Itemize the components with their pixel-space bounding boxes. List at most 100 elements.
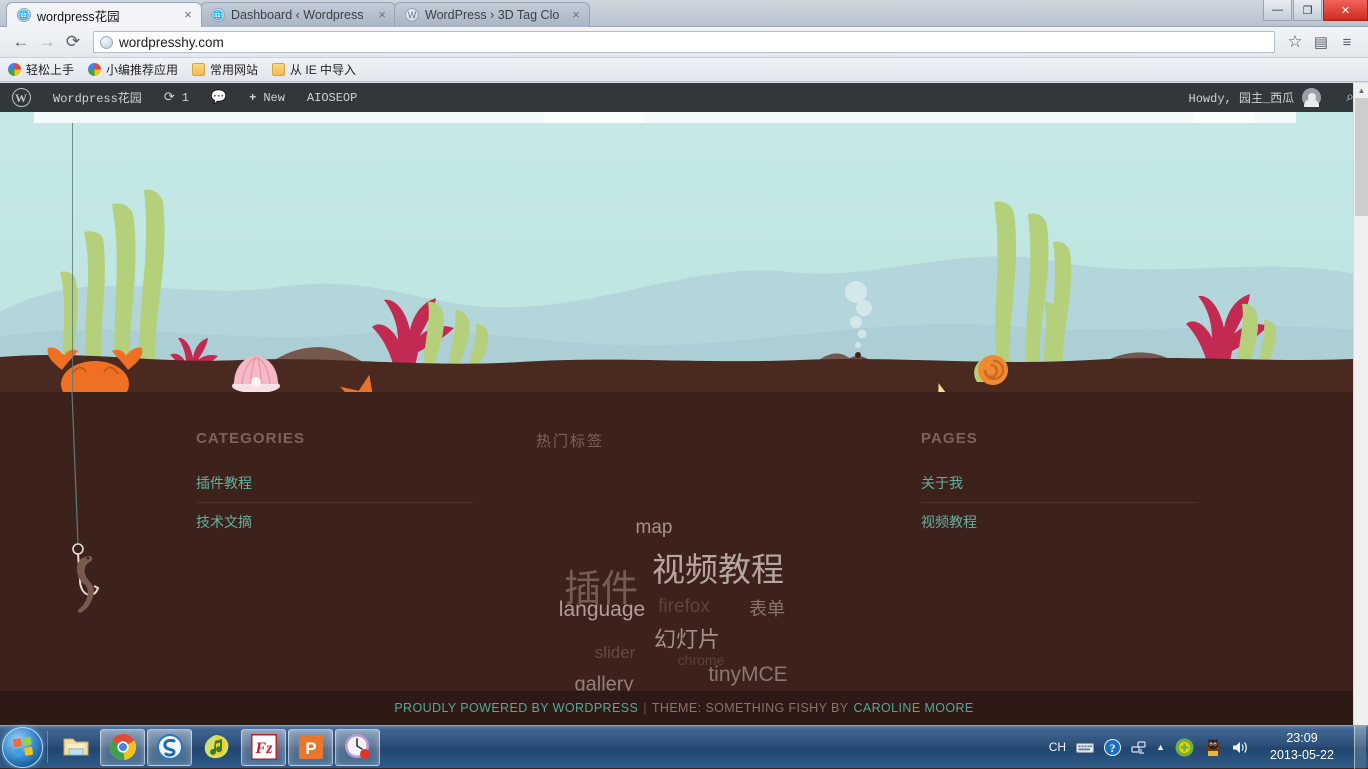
bookmark-item-0[interactable]: 轻松上手 [8,61,74,78]
filezilla-icon: Fz [249,733,278,762]
scrollbar-thumb[interactable] [1355,98,1368,216]
avatar [1302,88,1321,107]
forward-icon[interactable]: → [34,29,60,55]
taskbar-clock[interactable]: 23:09 2013-05-22 [1254,730,1350,765]
page-link[interactable]: 视频教程 [921,503,1198,541]
browser-navbar: ← → ⟳ wordpresshy.com ☆ ▤ ≡ [0,27,1368,58]
powered-by-link[interactable]: PROUDLY POWERED BY WORDPRESS [394,701,638,715]
categories-list: 插件教程 技术文摘 [196,464,473,541]
globe-icon: 🌐 [17,8,31,22]
tag-cloud-item[interactable]: 视频教程 [652,543,784,591]
scroll-up-icon[interactable]: ▲ [1354,83,1368,98]
site-footer: PROUDLY POWERED BY WORDPRESS | THEME: SO… [0,691,1368,725]
list-item[interactable]: 技术文摘 [196,503,473,541]
tab-close-icon[interactable]: × [569,9,583,21]
network-icon[interactable] [1126,740,1151,755]
svg-text:Fz: Fz [254,740,273,757]
browser-tab-2[interactable]: W WordPress › 3D Tag Clo × [394,2,590,27]
browser-titlebar: 🌐 wordpress花园 × 🌐 Dashboard ‹ Wordpress … [0,0,1368,27]
tab-close-icon[interactable]: × [181,9,195,21]
chrome-menu-icon[interactable]: ≡ [1334,29,1360,55]
tag-cloud-item[interactable]: 表单 [749,595,785,621]
adminbar-right: Howdy, 园主_西瓜 ⌕ [1178,83,1368,112]
tag-cloud-item[interactable]: 幻灯片 [654,622,720,654]
browser-tab-1[interactable]: 🌐 Dashboard ‹ Wordpress × [200,2,396,27]
chrome-icon [8,63,21,76]
svg-text:P: P [305,739,316,758]
page-link[interactable]: 关于我 [921,464,1198,502]
minimize-button[interactable]: — [1263,0,1292,21]
bookmark-item-1[interactable]: 小编推荐应用 [88,61,178,78]
bookmark-label: 小编推荐应用 [106,61,178,78]
keyboard-icon[interactable] [1071,741,1099,754]
tag-cloud-canvas[interactable]: map视频教程插件languagefirefox表单幻灯片sliderchrom… [536,468,836,718]
taskbar-app-mediaplayer[interactable] [194,729,239,766]
folder-icon [192,63,205,76]
taskbar-app-explorer[interactable] [53,729,98,766]
bookmark-label: 常用网站 [210,61,258,78]
extension-icon[interactable]: ▤ [1308,29,1334,55]
tag-cloud-item[interactable]: language [559,598,645,622]
widget-area: CATEGORIES 插件教程 技术文摘 热门标签 map视频教程插件langu… [0,430,1368,718]
folder-icon [272,63,285,76]
category-link[interactable]: 插件教程 [196,464,473,502]
tag-cloud-item[interactable]: firefox [658,596,710,618]
tab-title: Dashboard ‹ Wordpress [231,8,375,22]
theme-author-link[interactable]: CAROLINE MOORE [853,701,973,715]
wp-admin-bar: W Wordpress花园 ⟳ 1 💬 + New AIOSEOP Howdy,… [0,83,1368,112]
taskbar-app-chrome[interactable] [100,729,145,766]
wp-logo-button[interactable]: W [0,83,42,112]
svg-text:?: ? [1110,741,1116,755]
browser-tab-0[interactable]: 🌐 wordpress花园 × [6,2,202,27]
windows-logo-icon [12,737,32,757]
ocean-scene [0,112,1368,392]
page-overlay-strip [34,112,1296,123]
maximize-button[interactable]: ❐ [1293,0,1322,21]
address-value: wordpresshy.com [119,35,224,50]
back-icon[interactable]: ← [8,29,34,55]
page-scrollbar[interactable]: ▲ [1353,83,1368,725]
adminbar-updates[interactable]: ⟳ 1 [153,83,200,112]
start-button[interactable] [2,727,43,768]
wordpress-icon: W [405,8,419,22]
adminbar-comments[interactable]: 💬 [200,83,238,112]
adminbar-aioseop[interactable]: AIOSEOP [296,83,368,112]
bookmark-item-3[interactable]: 从 IE 中导入 [272,61,356,78]
bookmark-star-icon[interactable]: ☆ [1282,29,1308,55]
list-item[interactable]: 插件教程 [196,464,473,503]
comment-icon: 💬 [211,90,227,105]
close-button[interactable]: ✕ [1323,0,1368,21]
list-item[interactable]: 关于我 [921,464,1198,503]
security-icon[interactable] [1170,738,1199,757]
adminbar-site-name[interactable]: Wordpress花园 [42,83,153,112]
update-count: 1 [182,91,189,105]
bookmark-item-2[interactable]: 常用网站 [192,61,258,78]
help-icon[interactable]: ? [1099,739,1126,756]
volume-icon[interactable] [1227,740,1254,755]
address-bar[interactable]: wordpresshy.com [93,31,1275,53]
tab-strip: 🌐 wordpress花园 × 🌐 Dashboard ‹ Wordpress … [6,2,588,27]
tag-cloud-item[interactable]: slider [595,643,636,663]
list-item[interactable]: 视频教程 [921,503,1198,541]
tag-cloud-item[interactable]: map [636,517,673,539]
powerpoint-icon: P [296,733,325,762]
taskbar-app-clock[interactable] [335,729,380,766]
widget-pages: PAGES 关于我 视频教程 [921,430,1201,718]
howdy-label: Howdy, 园主_西瓜 [1189,89,1295,106]
ime-indicator[interactable]: CH [1044,740,1071,754]
show-desktop-button[interactable] [1354,726,1366,769]
tag-cloud-item[interactable]: tinyMCE [708,663,787,687]
reload-icon[interactable]: ⟳ [60,29,86,55]
chrome-icon [88,63,101,76]
tab-close-icon[interactable]: × [375,9,389,21]
category-link[interactable]: 技术文摘 [196,503,473,541]
qq-icon[interactable] [1199,738,1227,757]
footer-theme-text: THEME: SOMETHING FISHY BY [652,701,849,715]
fishing-line [72,123,73,393]
taskbar-app-filezilla[interactable]: Fz [241,729,286,766]
adminbar-howdy[interactable]: Howdy, 园主_西瓜 [1178,83,1333,112]
taskbar-app-sogou[interactable] [147,729,192,766]
tray-overflow-icon[interactable]: ▲ [1151,742,1170,752]
taskbar-app-powerpoint[interactable]: P [288,729,333,766]
adminbar-new[interactable]: + New [238,83,296,112]
